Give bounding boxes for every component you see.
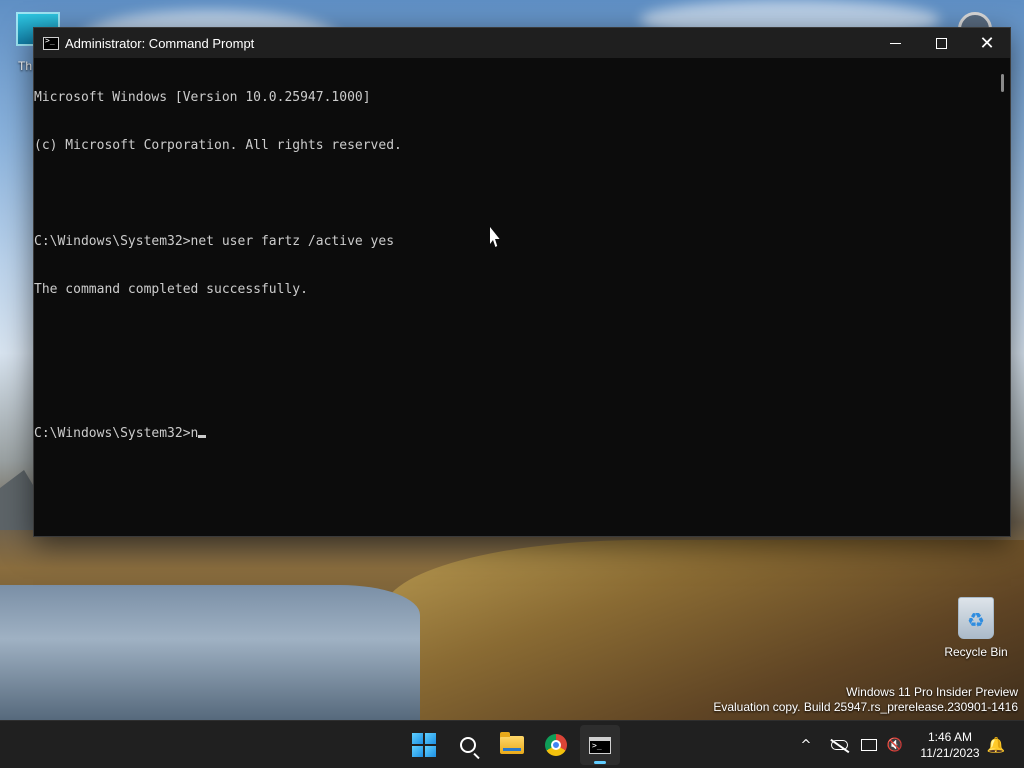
recycle-bin-label: Recycle Bin (944, 645, 1008, 659)
chrome-icon (545, 734, 567, 756)
show-hidden-icons-button[interactable]: ^ (796, 721, 816, 768)
file-explorer-button[interactable] (492, 725, 532, 765)
chevron-up-icon: ^ (800, 737, 812, 753)
text-cursor (198, 435, 207, 438)
command-prompt-icon (43, 36, 59, 50)
window-title: Administrator: Command Prompt (65, 35, 255, 51)
taskbar: ^ 🔇 1:46 AM 11/21/2023 🔔 (0, 720, 1024, 768)
console-output[interactable]: Microsoft Windows [Version 10.0.25947.10… (34, 58, 996, 536)
search-button[interactable] (448, 725, 488, 765)
desktop-shortcut-label: Th (18, 59, 33, 73)
start-button[interactable] (404, 725, 444, 765)
console-line: The command completed successfully. (34, 282, 308, 297)
clock[interactable]: 1:46 AM 11/21/2023 (912, 729, 988, 761)
clock-time: 1:46 AM (927, 730, 973, 744)
notifications-button[interactable]: 🔔 (986, 721, 1006, 768)
console-prompt-text: C:\Windows\System32>n (34, 426, 199, 441)
network-tray-button[interactable] (858, 721, 880, 768)
volume-muted-icon: 🔇 (886, 737, 904, 753)
console-line: C:\Windows\System32>net user fartz /acti… (34, 234, 395, 249)
scrollbar-thumb[interactable] (1001, 74, 1004, 92)
window-titlebar[interactable]: Administrator: Command Prompt ✕ (34, 28, 1010, 58)
recycle-bin-icon (958, 597, 994, 639)
network-icon (861, 739, 877, 751)
close-button[interactable]: ✕ (964, 28, 1010, 58)
bell-icon: 🔔 (986, 736, 1006, 754)
active-indicator (594, 761, 606, 764)
console-line: (c) Microsoft Corporation. All rights re… (34, 138, 402, 153)
minimize-button[interactable] (872, 28, 918, 58)
maximize-button[interactable] (918, 28, 964, 58)
console-prompt-line[interactable]: C:\Windows\System32>n (34, 426, 996, 442)
recycle-bin[interactable]: Recycle Bin (940, 597, 1012, 659)
evaluation-watermark: Windows 11 Pro Insider Preview Evaluatio… (713, 685, 1018, 715)
command-prompt-window[interactable]: Administrator: Command Prompt ✕ Microsof… (33, 27, 1011, 537)
cloud-off-icon (830, 740, 848, 750)
watermark-line-1: Windows 11 Pro Insider Preview (846, 685, 1018, 699)
command-prompt-icon (589, 736, 611, 754)
chrome-button[interactable] (536, 725, 576, 765)
start-icon (412, 733, 436, 757)
console-line: Microsoft Windows [Version 10.0.25947.10… (34, 90, 371, 105)
watermark-line-2: Evaluation copy. Build 25947.rs_prerelea… (713, 700, 1018, 714)
search-icon (460, 737, 476, 753)
background-water (0, 585, 420, 720)
onedrive-tray-button[interactable] (827, 721, 851, 768)
volume-tray-button[interactable]: 🔇 (884, 721, 906, 768)
close-icon: ✕ (979, 32, 995, 54)
file-explorer-icon (500, 732, 524, 754)
command-prompt-taskbar-button[interactable] (580, 725, 620, 765)
console-scrollbar[interactable] (996, 58, 1010, 536)
clock-date: 11/21/2023 (920, 746, 980, 760)
